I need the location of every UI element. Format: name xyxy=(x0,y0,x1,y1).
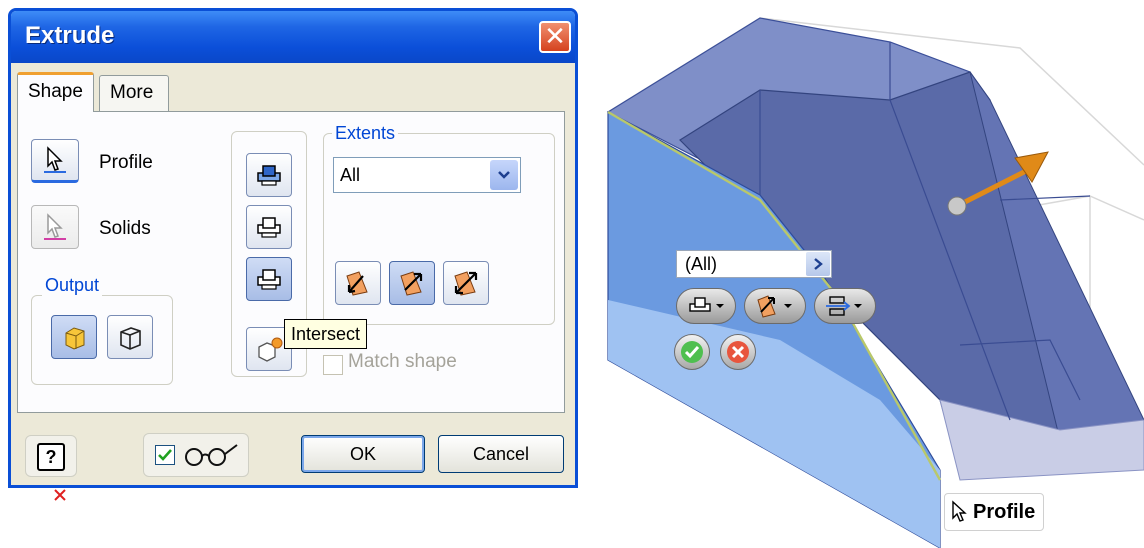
mini-toolbar-extents-dropdown[interactable]: (All) xyxy=(676,250,832,278)
mini-toolbar-operation-button[interactable] xyxy=(676,288,736,324)
dialog-title: Extrude xyxy=(25,22,115,49)
chevron-right-icon[interactable] xyxy=(806,252,830,276)
axis-marker-icon xyxy=(54,489,66,501)
mini-toolbar-output-button[interactable] xyxy=(814,288,876,324)
solid-output-icon xyxy=(65,327,85,350)
match-shape-checkbox[interactable] xyxy=(323,355,343,375)
new-solid-icon xyxy=(258,337,283,362)
extents-dropdown[interactable]: All xyxy=(333,157,521,193)
preview-checkbox[interactable] xyxy=(155,445,175,465)
extrude-dialog: Extrude ✕ Shape More Profile Solids Outp… xyxy=(8,8,578,488)
extents-group-title: Extents xyxy=(332,123,399,144)
profile-tag-label: Profile xyxy=(973,500,1036,523)
direction-1-icon xyxy=(346,271,368,296)
help-button[interactable]: ? xyxy=(37,443,65,471)
match-shape-label: Match shape xyxy=(348,351,457,372)
join-button[interactable] xyxy=(246,153,292,197)
direction-1-button[interactable] xyxy=(335,261,381,305)
mini-toolbar-direction-button[interactable] xyxy=(744,288,806,324)
title-bar[interactable]: Extrude ✕ xyxy=(11,11,575,63)
tab-shape[interactable]: Shape xyxy=(17,72,94,112)
operation-menu-icon xyxy=(689,297,724,312)
solids-label: Solids xyxy=(99,218,151,239)
profile-select-button[interactable] xyxy=(31,139,79,183)
checkmark-icon xyxy=(681,341,703,363)
intersect-button[interactable] xyxy=(246,257,292,301)
ok-button[interactable]: OK xyxy=(301,435,425,473)
glasses-icon xyxy=(185,444,238,466)
mini-toolbar-cancel-button[interactable] xyxy=(720,334,756,370)
extents-value: All xyxy=(340,165,361,185)
surface-output-icon xyxy=(120,327,141,350)
cursor-select-icon xyxy=(952,500,967,522)
tab-more[interactable]: More xyxy=(99,75,169,111)
cancel-button[interactable]: Cancel xyxy=(438,435,564,473)
chevron-down-icon[interactable] xyxy=(490,160,518,190)
profile-selection-tag[interactable]: Profile xyxy=(944,493,1045,531)
direction-2-icon xyxy=(400,271,423,296)
output-solid-button[interactable] xyxy=(51,315,97,359)
output-menu-icon xyxy=(826,296,862,316)
cursor-select-icon xyxy=(44,146,66,173)
dialog-footer: ? OK Cancel xyxy=(11,413,575,485)
3d-model-view[interactable] xyxy=(590,0,1144,548)
mini-toolbar-ok-button[interactable] xyxy=(674,334,710,370)
cut-button[interactable] xyxy=(246,205,292,249)
output-group-title: Output xyxy=(42,275,103,296)
intersect-tooltip: Intersect xyxy=(284,319,368,349)
help-icon: ? xyxy=(45,446,57,467)
close-button[interactable]: ✕ xyxy=(539,21,571,53)
direction-menu-icon xyxy=(757,295,792,318)
cursor-select-icon xyxy=(44,213,66,240)
close-icon: ✕ xyxy=(544,21,566,51)
symmetric-icon xyxy=(454,271,478,296)
direction-2-button[interactable] xyxy=(389,261,435,305)
profile-label: Profile xyxy=(99,152,153,173)
symmetric-button[interactable] xyxy=(443,261,489,305)
intersect-icon xyxy=(257,269,281,290)
cut-icon xyxy=(257,217,281,238)
mini-toolbar-extents-value: (All) xyxy=(685,254,717,274)
output-surface-button[interactable] xyxy=(107,315,153,359)
solids-select-button[interactable] xyxy=(31,205,79,249)
join-icon xyxy=(257,165,281,186)
cancel-x-icon xyxy=(727,341,749,363)
